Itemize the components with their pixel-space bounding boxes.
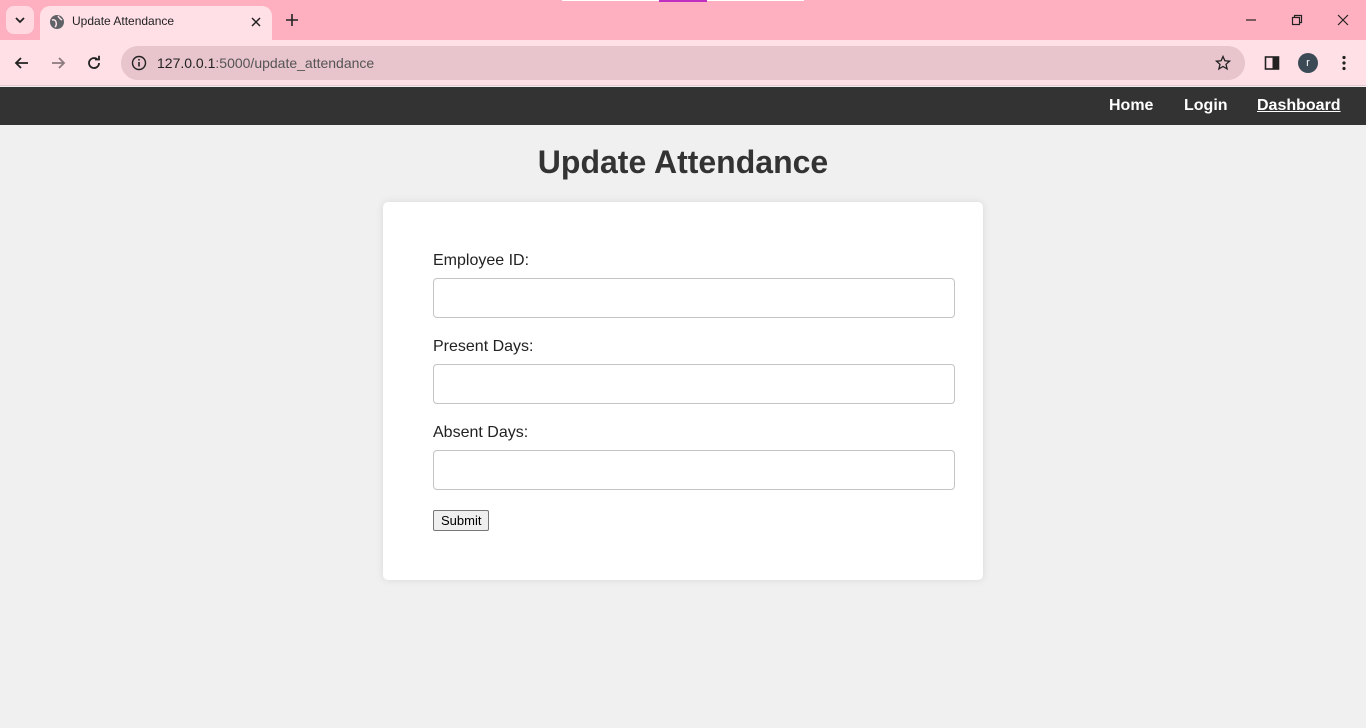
present-days-label: Present Days: (433, 338, 534, 355)
info-icon (131, 55, 147, 71)
globe-icon (50, 15, 64, 29)
site-info-button[interactable] (129, 53, 149, 73)
nav-dashboard-link[interactable]: Dashboard (1257, 97, 1341, 115)
browser-menu-button[interactable] (1332, 51, 1356, 75)
plus-icon (286, 14, 298, 26)
bookmark-button[interactable] (1213, 53, 1233, 73)
minimize-icon (1246, 19, 1256, 21)
tabstrip-accent-highlight (659, 0, 707, 2)
page-title: Update Attendance (537, 144, 829, 180)
reload-button[interactable] (80, 49, 108, 77)
url-path: :5000/update_attendance (215, 55, 375, 71)
back-button[interactable] (8, 49, 36, 77)
avatar: r (1298, 53, 1318, 73)
url-text: 127.0.0.1:5000/update_attendance (157, 55, 374, 71)
browser-tab-active[interactable]: Update Attendance (40, 6, 272, 40)
arrow-left-icon (14, 57, 28, 69)
tab-title: Update Attendance (72, 14, 175, 28)
nav-login-link[interactable]: Login (1184, 97, 1228, 115)
url-host: 127.0.0.1 (157, 55, 216, 71)
arrow-right-icon (52, 57, 66, 69)
forward-button[interactable] (44, 49, 72, 77)
address-bar[interactable]: 127.0.0.1:5000/update_attendance (121, 46, 1245, 80)
minimize-button[interactable] (1228, 6, 1274, 34)
employee-id-label: Employee ID: (433, 252, 530, 269)
close-icon (1337, 14, 1349, 26)
kebab-menu-icon (1342, 55, 1346, 71)
close-window-button[interactable] (1320, 6, 1366, 34)
tab-close-button[interactable] (246, 12, 266, 32)
new-tab-button[interactable] (280, 8, 304, 32)
restore-button[interactable] (1274, 6, 1320, 34)
profile-button[interactable]: r (1296, 51, 1320, 75)
submit-button[interactable]: Submit (433, 510, 490, 531)
present-days-input[interactable] (433, 364, 955, 404)
restore-icon (1291, 14, 1303, 26)
site-navbar: Home Login Dashboard (0, 87, 1366, 125)
side-panel-icon (1264, 56, 1280, 70)
star-icon (1215, 55, 1231, 71)
close-icon (251, 17, 261, 27)
nav-home-link[interactable]: Home (1109, 97, 1153, 115)
browser-toolbar: 127.0.0.1:5000/update_attendance r (0, 40, 1366, 86)
absent-days-label: Absent Days: (433, 424, 529, 441)
side-panel-button[interactable] (1260, 51, 1284, 75)
employee-id-input[interactable] (433, 278, 955, 318)
chevron-down-icon (15, 17, 25, 24)
reload-icon (88, 55, 100, 69)
attendance-form-card: Employee ID: Present Days: Absent Days: … (383, 202, 983, 580)
browser-tabstrip: Update Attendance (0, 0, 1366, 40)
absent-days-input[interactable] (433, 450, 955, 490)
tab-search-button[interactable] (6, 6, 34, 34)
